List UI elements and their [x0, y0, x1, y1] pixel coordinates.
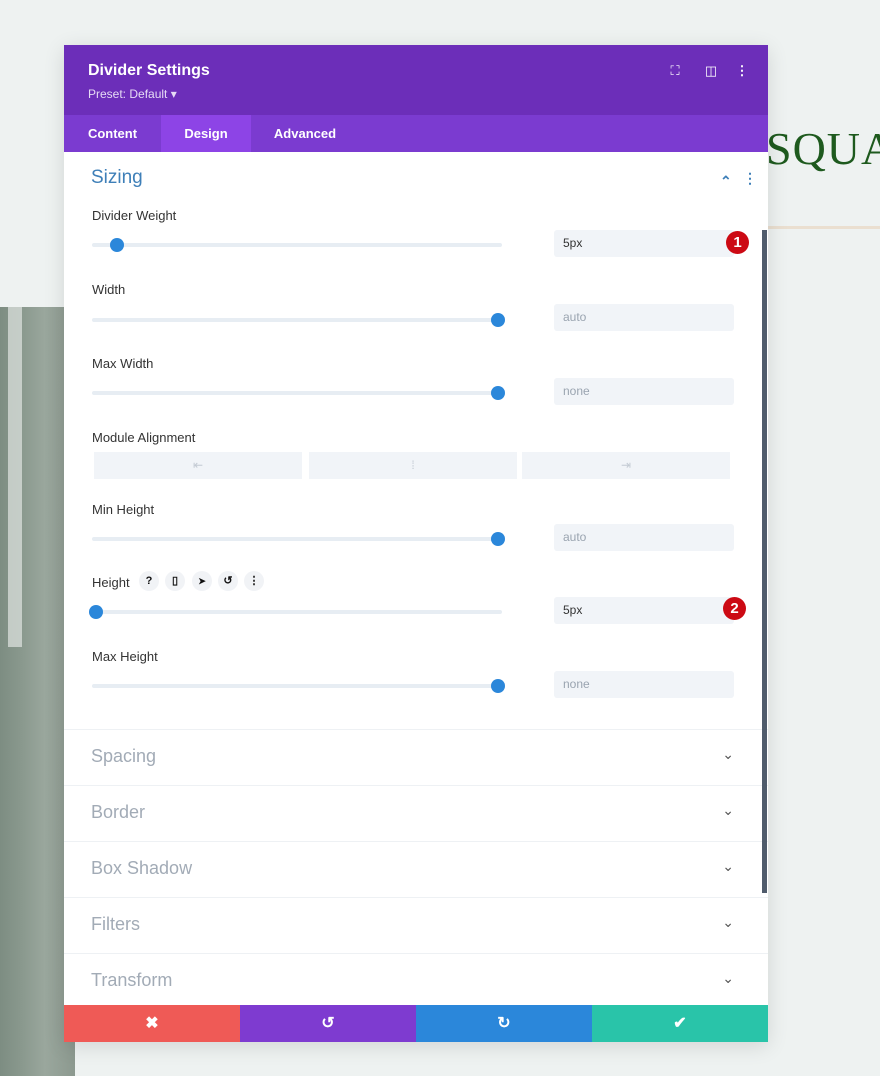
max-height-slider[interactable]	[92, 679, 505, 693]
save-button[interactable]: ✔	[592, 1005, 768, 1042]
split-view-icon[interactable]: ◫	[701, 63, 721, 79]
preset-dropdown[interactable]: Preset: Default ▾	[88, 87, 177, 101]
tab-content[interactable]: Content	[64, 115, 161, 152]
background-divider	[768, 226, 880, 229]
fullscreen-icon[interactable]: ⛶	[665, 63, 685, 79]
section-border[interactable]: Border ⌄	[64, 785, 768, 841]
divider-weight-label: Divider Weight	[92, 208, 177, 223]
section-transform[interactable]: Transform ⌄	[64, 953, 768, 1009]
chevron-down-icon[interactable]: ⌄	[722, 858, 734, 875]
tab-advanced[interactable]: Advanced	[251, 115, 359, 152]
section-more-icon[interactable]: ⋮	[743, 170, 757, 187]
hover-cursor-icon[interactable]: ➤	[192, 571, 212, 591]
max-height-label: Max Height	[92, 649, 158, 664]
more-icon[interactable]: ⋮	[732, 63, 752, 79]
undo-button[interactable]: ↺	[240, 1005, 416, 1042]
annotation-badge-2: 2	[723, 597, 746, 620]
slider-thumb[interactable]	[490, 386, 505, 400]
width-label: Width	[92, 282, 126, 297]
slider-thumb[interactable]	[109, 238, 124, 252]
chevron-down-icon[interactable]: ⌄	[722, 914, 734, 931]
collapse-icon[interactable]: ⌃	[720, 173, 732, 190]
chevron-down-icon[interactable]: ⌄	[722, 802, 734, 819]
min-height-label: Min Height	[92, 502, 155, 517]
section-box-shadow[interactable]: Box Shadow ⌄	[64, 841, 768, 897]
panel-header: Divider Settings Preset: Default ▾ ⛶ ◫ ⋮	[64, 45, 768, 115]
section-title: Box Shadow	[91, 858, 193, 878]
divider-settings-panel: Divider Settings Preset: Default ▾ ⛶ ◫ ⋮…	[64, 45, 768, 1042]
height-label: Height	[92, 575, 130, 590]
align-center-button[interactable]: ⁞	[309, 452, 517, 479]
cancel-button[interactable]: ✖	[64, 1005, 240, 1042]
max-width-slider[interactable]	[92, 386, 505, 400]
slider-thumb[interactable]	[490, 679, 505, 693]
slider-thumb[interactable]	[490, 532, 505, 546]
chevron-down-icon[interactable]: ⌄	[722, 746, 734, 763]
panel-title: Divider Settings	[88, 62, 210, 79]
max-width-label: Max Width	[92, 356, 154, 371]
help-icon[interactable]: ?	[139, 571, 159, 591]
width-input[interactable]: auto	[554, 304, 734, 331]
section-title: Transform	[91, 970, 173, 990]
divider-weight-input[interactable]: 5px	[554, 230, 734, 257]
slider-thumb[interactable]	[490, 313, 505, 327]
section-title: Spacing	[91, 746, 157, 766]
tab-design[interactable]: Design	[161, 115, 251, 152]
section-title: Border	[91, 802, 146, 822]
min-height-input[interactable]: auto	[554, 524, 734, 551]
reset-icon[interactable]: ↺	[218, 571, 238, 591]
field-more-icon[interactable]: ⋮	[244, 571, 264, 591]
align-left-button[interactable]: ⇤	[94, 452, 302, 479]
height-input[interactable]: 5px	[554, 597, 734, 624]
redo-button[interactable]: ↻	[416, 1005, 592, 1042]
responsive-icon[interactable]: ▯	[165, 571, 185, 591]
max-width-input[interactable]: none	[554, 378, 734, 405]
background-heading: SQUA	[766, 123, 880, 174]
align-right-button[interactable]: ⇥	[522, 452, 730, 479]
width-slider[interactable]	[92, 313, 505, 327]
section-title-sizing[interactable]: Sizing	[91, 167, 143, 189]
footer-actions: ✖ ↺ ↻ ✔	[64, 1005, 768, 1042]
section-filters[interactable]: Filters ⌄	[64, 897, 768, 953]
section-spacing[interactable]: Spacing ⌄	[64, 729, 768, 785]
scrollbar[interactable]	[762, 230, 767, 893]
section-title: Filters	[91, 914, 140, 934]
chevron-down-icon[interactable]: ⌄	[722, 970, 734, 987]
slider-thumb[interactable]	[89, 605, 104, 619]
min-height-slider[interactable]	[92, 532, 505, 546]
divider-weight-slider[interactable]	[92, 238, 502, 252]
max-height-input[interactable]: none	[554, 671, 734, 698]
tab-bar: Content Design Advanced	[64, 115, 768, 152]
height-slider[interactable]	[89, 605, 502, 619]
module-alignment-label: Module Alignment	[92, 430, 196, 445]
annotation-badge-1: 1	[726, 231, 749, 254]
